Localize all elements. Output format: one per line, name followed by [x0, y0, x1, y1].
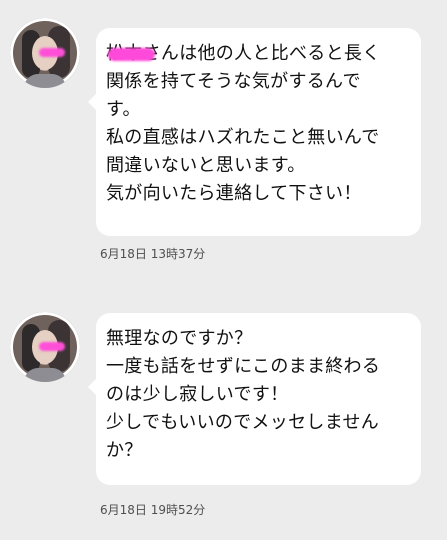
privacy-blur — [39, 48, 65, 57]
message-line: 気が向いたら連絡して下さい！ — [106, 183, 362, 204]
message-line: 少しでもいいのでメッセしません — [106, 412, 380, 433]
avatar[interactable] — [10, 312, 80, 382]
message-line-with-name: 松本さんは他の人と比べると長く — [106, 40, 381, 68]
message-line: 間違いないと思います。 — [106, 155, 306, 176]
message-line: 関係を持てそうな気がするんで — [106, 71, 361, 92]
message-timestamp: 6月18日 13時37分 — [100, 247, 206, 261]
message-bubble: 無理なのですか？ 一度も話をせずにこのまま終わる のは少し寂しいです！ 少しでも… — [88, 313, 421, 485]
shirt-shape — [24, 74, 66, 88]
name-redaction — [108, 48, 155, 61]
message-line: 一度も話をせずにこのまま終わる — [106, 356, 381, 377]
privacy-blur — [39, 342, 65, 351]
message-line: 松本さんは他の人と比べると長く — [106, 40, 409, 68]
message-1: 松本さんは他の人と比べると長く 関係を持てそうな気がするんで す。 私の直感はハ… — [0, 0, 447, 270]
avatar[interactable] — [10, 18, 80, 88]
message-bubble: 松本さんは他の人と比べると長く 関係を持てそうな気がするんで す。 私の直感はハ… — [88, 28, 421, 236]
message-line: す。 — [106, 99, 141, 120]
message-line: 無理なのですか？ — [106, 328, 253, 349]
message-2: 無理なのですか？ 一度も話をせずにこのまま終わる のは少し寂しいです！ 少しでも… — [0, 290, 447, 540]
message-line: のは少し寂しいです！ — [106, 384, 289, 405]
message-line: か？ — [106, 440, 143, 461]
message-line: 私の直感はハズれたこと無いんで — [106, 127, 380, 148]
shirt-shape — [24, 368, 66, 382]
message-timestamp: 6月18日 19時52分 — [100, 503, 206, 517]
